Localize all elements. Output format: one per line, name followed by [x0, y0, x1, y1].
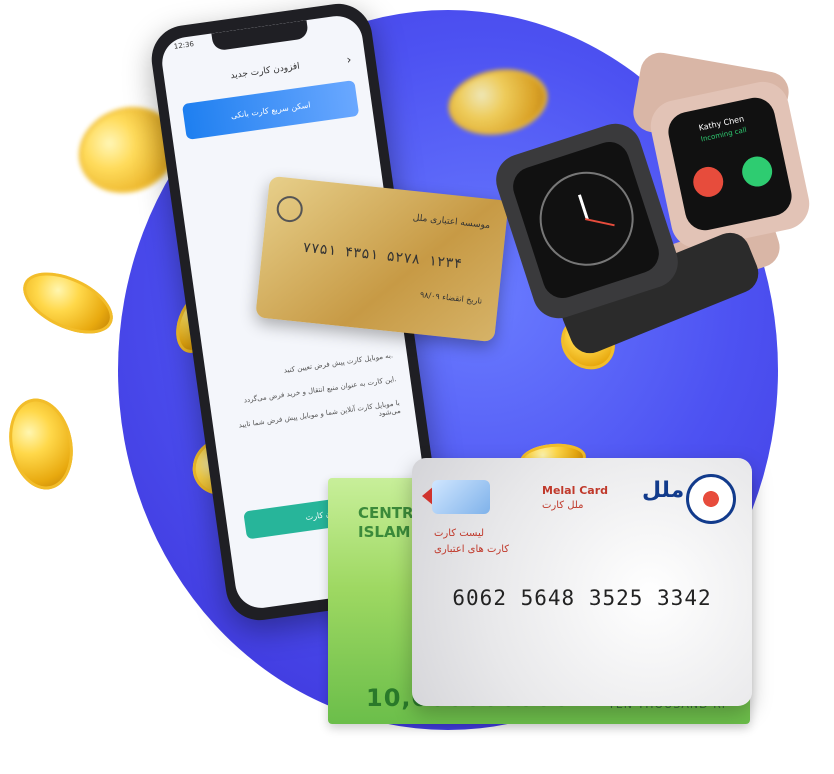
card-expiry: تاریخ انقضاء ۹۸/۰۹	[419, 290, 483, 306]
banknote-line: ISLAM	[358, 522, 411, 541]
bank-logo-icon	[275, 194, 305, 224]
card-tag: کارت های اعتباری	[434, 544, 510, 555]
melal-logo-icon	[686, 474, 736, 524]
banknote-text: CENTR ISLAM	[358, 504, 414, 542]
scan-card-button[interactable]: اسکن سریع کارت بانکی	[181, 80, 360, 140]
card-brand: Melal Card	[542, 484, 608, 497]
coin-icon	[1, 392, 81, 496]
hero-illustration: 12:36 افزودن کارت جدید › اسکن سریع کارت …	[0, 0, 834, 774]
coin-icon	[13, 260, 123, 346]
hour-hand	[577, 194, 589, 220]
card-issuer: موسسه اعتباری ملل	[412, 213, 491, 232]
card-tag: لیست کارت	[434, 528, 485, 539]
card-brand-fa: ملل کارت	[542, 500, 584, 511]
decline-call-icon[interactable]	[690, 164, 727, 200]
second-hand	[584, 218, 615, 227]
clock-face-icon	[527, 159, 646, 278]
info-text: با موبایل کارت آنلاین شما و موبایل پیش ف…	[238, 398, 402, 430]
banknote-line: CENTR	[358, 504, 414, 522]
card-chip	[432, 480, 490, 514]
melal-logo-text: ملل	[642, 478, 685, 503]
card-number: ۷۷۵۱ ۴۳۵۱ ۵۲۷۸ ۱۲۳۴	[301, 239, 463, 273]
phone-notch	[211, 20, 309, 52]
gold-bank-card: موسسه اعتباری ملل ۷۷۵۱ ۴۳۵۱ ۵۲۷۸ ۱۲۳۴ تا…	[255, 175, 509, 343]
accept-call-icon[interactable]	[739, 153, 775, 190]
status-time: 12:36	[173, 40, 195, 51]
card-number: 6062 5648 3525 3342	[452, 586, 712, 610]
melal-bank-card: Melal Card ملل کارت لیست کارت کارت های ا…	[412, 458, 752, 706]
